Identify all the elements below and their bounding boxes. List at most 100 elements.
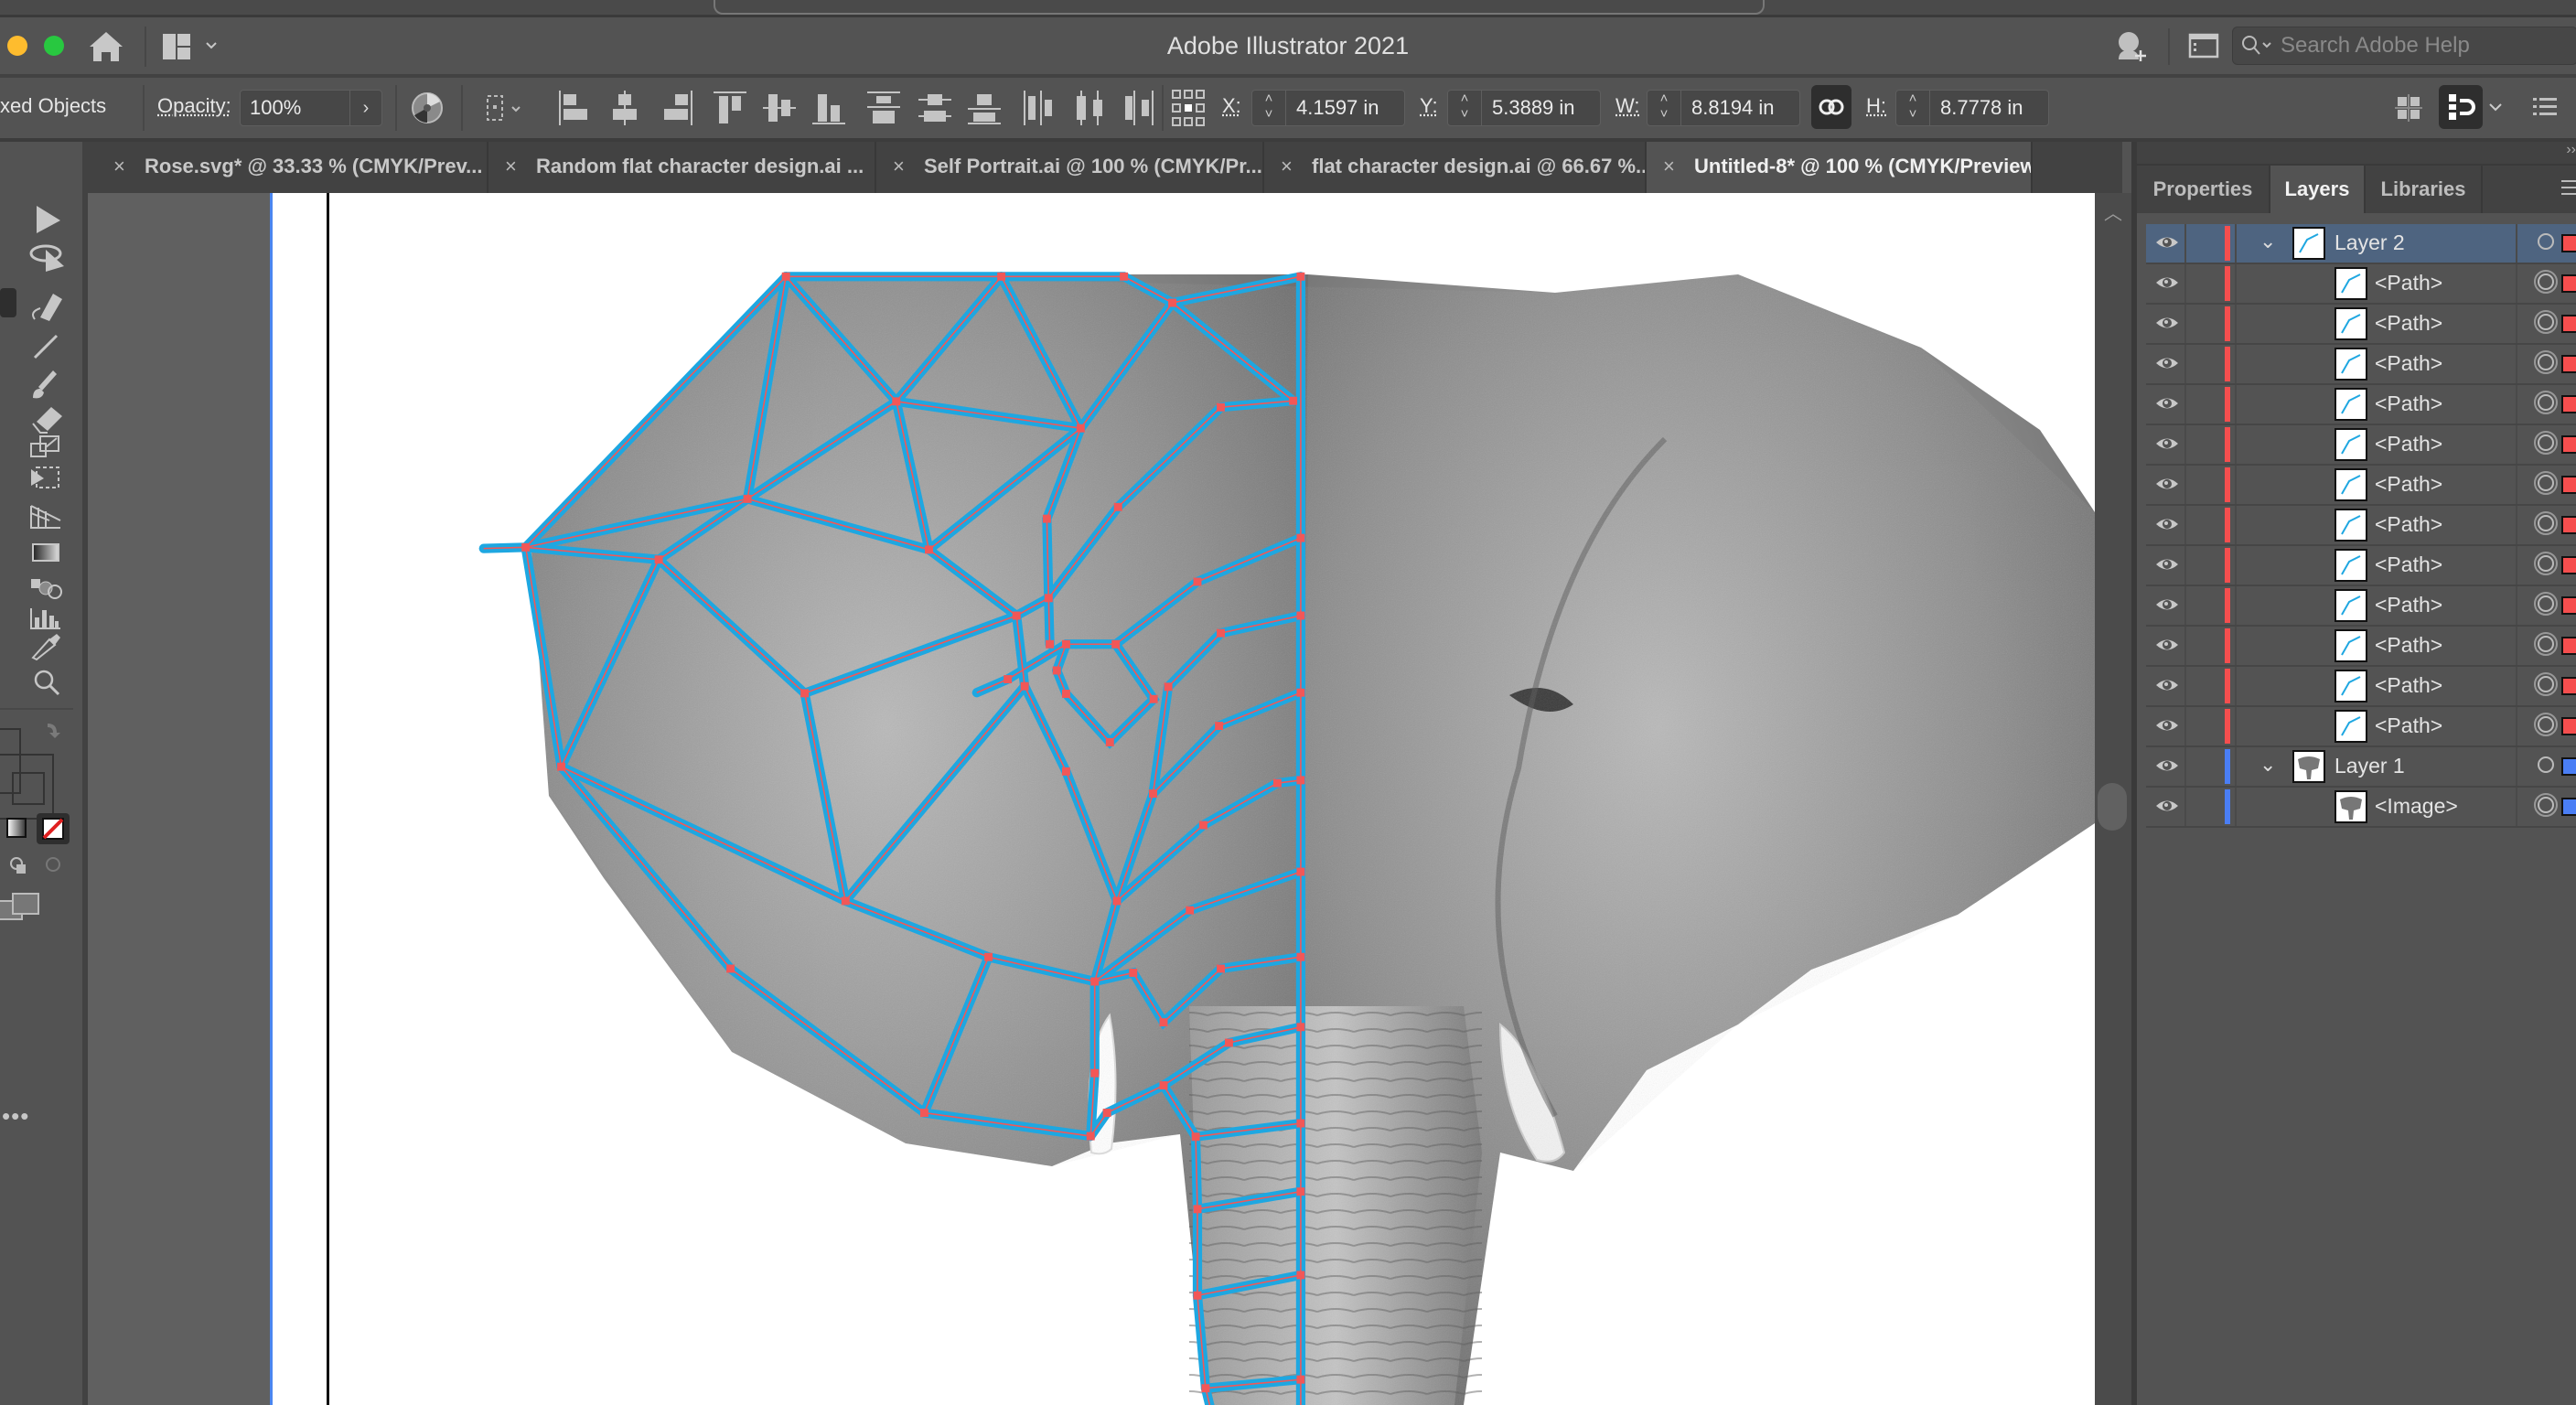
anchor-point[interactable]	[1296, 952, 1305, 961]
lock-toggle[interactable]	[2184, 345, 2186, 383]
anchor-point[interactable]	[743, 494, 752, 503]
layer-name[interactable]: Layer 1	[2334, 754, 2405, 778]
target-icon[interactable]	[2534, 632, 2558, 656]
selection-indicator[interactable]	[2561, 677, 2576, 695]
anchor-point[interactable]	[1159, 1081, 1168, 1090]
path-row[interactable]: <Path>	[2146, 466, 2576, 506]
anchor-point[interactable]	[841, 896, 850, 906]
close-tab-icon[interactable]: ×	[505, 155, 517, 178]
lock-toggle[interactable]	[2184, 627, 2186, 665]
path-row[interactable]: <Path>	[2146, 425, 2576, 466]
anchor-point[interactable]	[1186, 906, 1195, 915]
layer-name[interactable]: <Path>	[2375, 552, 2442, 577]
anchor-point[interactable]	[1090, 977, 1100, 986]
anchor-point[interactable]	[1168, 298, 1177, 307]
anchor-point[interactable]	[1215, 722, 1224, 731]
h-stepper[interactable]: ˄ ˅	[1896, 91, 1930, 125]
x-stepper[interactable]: ˄ ˅	[1252, 91, 1286, 125]
y-stepper[interactable]: ˄ ˅	[1448, 91, 1482, 125]
anchor-point[interactable]	[1296, 533, 1305, 542]
path-row[interactable]: <Path>	[2146, 385, 2576, 425]
search-help-input[interactable]: Search Adobe Help	[2232, 27, 2576, 65]
anchor-point[interactable]	[1193, 577, 1202, 586]
doc-tab-self-portrait[interactable]: × Self Portrait.ai @ 100 % (CMYK/Pr...	[876, 142, 1264, 193]
reference-point-icon[interactable]	[1171, 89, 1206, 127]
anchor-point[interactable]	[1149, 694, 1158, 703]
chevron-down-icon[interactable]: ⌄	[2259, 753, 2276, 777]
layer-name[interactable]: <Path>	[2375, 472, 2442, 497]
lock-toggle[interactable]	[2184, 385, 2186, 424]
image-row[interactable]: <Image>	[2146, 788, 2576, 828]
anchor-point[interactable]	[997, 272, 1006, 281]
opacity-field[interactable]: 100% ›	[240, 90, 382, 126]
recolor-artwork-icon[interactable]	[410, 91, 445, 125]
layer-name[interactable]: <Path>	[2375, 713, 2442, 738]
anchor-point[interactable]	[1217, 628, 1225, 638]
target-icon[interactable]	[2534, 350, 2558, 374]
anchor-point[interactable]	[1149, 789, 1157, 799]
anchor-point[interactable]	[1061, 639, 1070, 649]
layer-name[interactable]: <Path>	[2375, 351, 2442, 376]
target-icon[interactable]	[2534, 793, 2558, 817]
close-tab-icon[interactable]: ×	[893, 155, 905, 178]
selection-indicator[interactable]	[2561, 757, 2576, 776]
anchor-point[interactable]	[1111, 639, 1121, 649]
layer-name[interactable]: <Path>	[2375, 391, 2442, 416]
selection-indicator[interactable]	[2561, 355, 2576, 373]
selection-indicator[interactable]	[2561, 395, 2576, 413]
visibility-eye-icon[interactable]	[2155, 716, 2179, 735]
anchor-point[interactable]	[1296, 1375, 1305, 1384]
target-icon[interactable]	[2538, 756, 2554, 773]
align-to-selection-icon[interactable]	[485, 92, 531, 123]
path-row[interactable]: <Path>	[2146, 627, 2576, 667]
share-user-icon[interactable]	[2113, 28, 2150, 65]
anchor-point[interactable]	[919, 1109, 928, 1118]
layer-name[interactable]: <Path>	[2375, 633, 2442, 658]
panel-menu-icon[interactable]	[2561, 178, 2576, 197]
visibility-eye-icon[interactable]	[2155, 595, 2179, 614]
constrain-proportions-button[interactable]	[1811, 85, 1852, 129]
visibility-eye-icon[interactable]	[2155, 797, 2179, 815]
scroll-up-icon[interactable]: ︿	[2104, 198, 2122, 225]
anchor-point[interactable]	[1012, 611, 1021, 620]
anchor-point[interactable]	[1193, 1291, 1202, 1300]
layer-name[interactable]: <Path>	[2375, 512, 2442, 537]
visibility-eye-icon[interactable]	[2155, 354, 2179, 372]
tab-properties[interactable]: Properties	[2137, 166, 2270, 213]
elephant-image[interactable]	[531, 274, 2095, 1405]
anchor-point[interactable]	[984, 952, 993, 961]
snap-to-pixel-button[interactable]	[2439, 85, 2483, 129]
path-row[interactable]: <Path>	[2146, 707, 2576, 747]
lock-toggle[interactable]	[2184, 546, 2186, 585]
visibility-eye-icon[interactable]	[2155, 676, 2179, 694]
path-row[interactable]: <Path>	[2146, 546, 2576, 586]
lock-toggle[interactable]	[2184, 506, 2186, 544]
selection-indicator[interactable]	[2561, 315, 2576, 333]
lock-toggle[interactable]	[2184, 707, 2186, 745]
anchor-point[interactable]	[1296, 867, 1305, 876]
target-icon[interactable]	[2534, 511, 2558, 535]
anchor-point[interactable]	[1191, 1132, 1200, 1142]
anchor-point[interactable]	[1004, 675, 1013, 684]
anchor-point[interactable]	[1113, 502, 1122, 511]
tab-libraries[interactable]: Libraries	[2366, 166, 2483, 213]
visibility-eye-icon[interactable]	[2155, 515, 2179, 533]
anchor-point[interactable]	[1164, 682, 1173, 692]
lock-toggle[interactable]	[2184, 224, 2186, 263]
selection-indicator[interactable]	[2561, 476, 2576, 494]
selection-indicator[interactable]	[2561, 234, 2576, 252]
doc-tab-random-flat-character[interactable]: × Random flat character design.ai ...	[488, 142, 876, 193]
anchor-point[interactable]	[1159, 1018, 1168, 1027]
tab-layers[interactable]: Layers	[2270, 166, 2366, 213]
path-row[interactable]: <Path>	[2146, 506, 2576, 546]
anchor-point[interactable]	[1120, 272, 1129, 281]
lock-toggle[interactable]	[2184, 667, 2186, 705]
lock-toggle[interactable]	[2184, 586, 2186, 625]
height-field[interactable]: ˄ ˅ 8.7778 in	[1895, 90, 2049, 126]
selection-indicator[interactable]	[2561, 637, 2576, 655]
collapse-icon[interactable]: ››	[2566, 142, 2576, 158]
selection-indicator[interactable]	[2561, 798, 2576, 816]
vertical-scrollbar[interactable]: ︿	[2095, 193, 2131, 1405]
visibility-eye-icon[interactable]	[2155, 434, 2179, 453]
lock-toggle[interactable]	[2184, 264, 2186, 303]
